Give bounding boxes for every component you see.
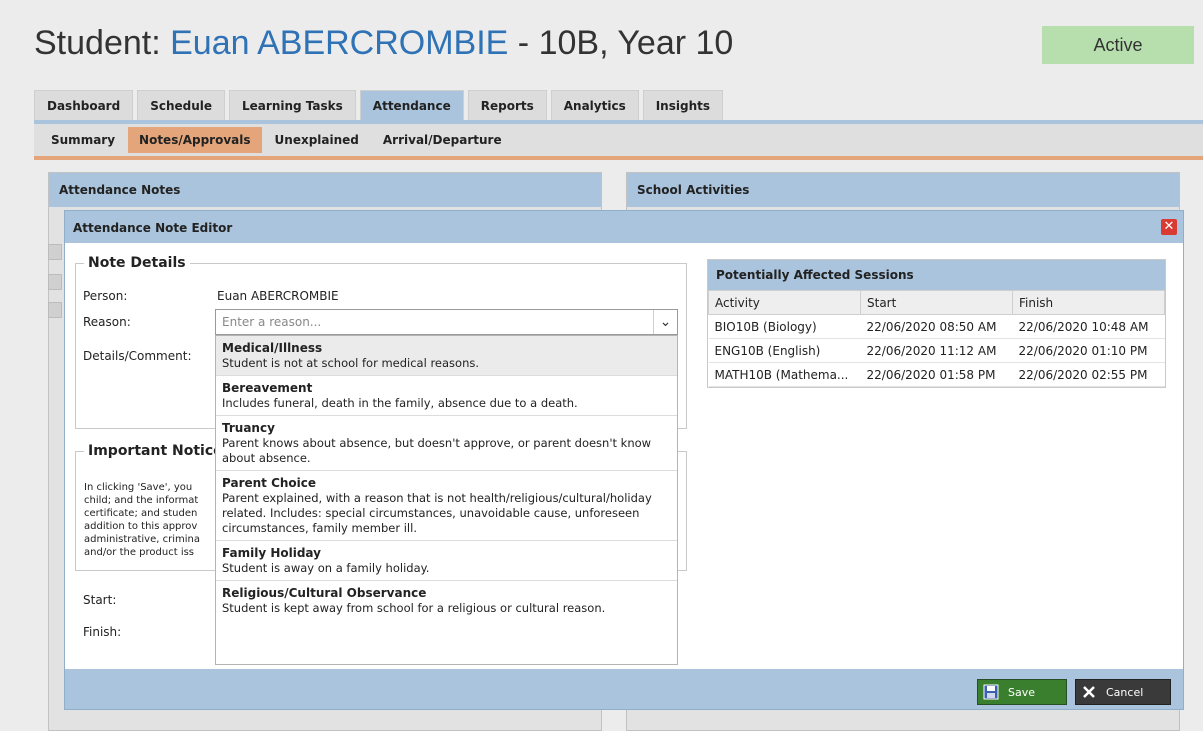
background-row-marker	[48, 244, 62, 260]
option-description: Student is not at school for medical rea…	[222, 356, 480, 370]
reason-option-medical-illness[interactable]: Medical/Illness Student is not at school…	[216, 336, 677, 376]
subtab-notes-approvals[interactable]: Notes/Approvals	[128, 127, 262, 153]
close-icon[interactable]: ✕	[1161, 219, 1177, 235]
page-title: Student: Euan ABERCROMBIE - 10B, Year 10	[34, 24, 733, 63]
cell-activity: ENG10B (English)	[708, 338, 861, 363]
notice-line: and/or the product iss	[84, 547, 195, 558]
column-header-start: Start	[860, 290, 1013, 315]
status-badge: Active	[1042, 26, 1194, 64]
cell-start: 22/06/2020 11:12 AM	[860, 338, 1013, 363]
cell-activity: BIO10B (Biology)	[708, 314, 861, 339]
cancel-icon	[1080, 683, 1098, 701]
reason-option-truancy[interactable]: Truancy Parent knows about absence, but …	[216, 416, 677, 471]
notice-line: certificate; and studen	[84, 508, 198, 519]
affected-sessions-panel: Potentially Affected Sessions Activity S…	[707, 259, 1166, 388]
affected-sessions-table: Activity Start Finish BIO10B (Biology) 2…	[708, 290, 1165, 387]
cell-finish: 22/06/2020 01:10 PM	[1012, 338, 1165, 363]
finish-label: Finish:	[83, 625, 122, 639]
reason-option-religious-cultural[interactable]: Religious/Cultural Observance Student is…	[216, 581, 677, 620]
option-title: Medical/Illness	[222, 341, 323, 355]
tab-analytics[interactable]: Analytics	[550, 90, 639, 120]
option-description: Student is away on a family holiday.	[222, 561, 430, 575]
sub-tabs: Summary Notes/Approvals Unexplained Arri…	[34, 124, 1203, 156]
reason-placeholder: Enter a reason...	[222, 315, 322, 329]
option-description: Student is kept away from school for a r…	[222, 601, 606, 615]
title-suffix: - 10B, Year 10	[508, 24, 734, 62]
option-title: Family Holiday	[222, 546, 321, 560]
option-description: Parent explained, with a reason that is …	[222, 491, 652, 535]
reason-option-family-holiday[interactable]: Family Holiday Student is away on a fami…	[216, 541, 677, 581]
cell-activity: MATH10B (Mathema...	[708, 362, 861, 387]
notice-line: In clicking 'Save', you	[84, 482, 193, 493]
reason-select[interactable]: Enter a reason... ⌄	[215, 309, 678, 335]
subtabs-divider	[34, 156, 1203, 160]
reason-option-parent-choice[interactable]: Parent Choice Parent explained, with a r…	[216, 471, 677, 541]
cell-start: 22/06/2020 01:58 PM	[860, 362, 1013, 387]
subtab-arrival-departure[interactable]: Arrival/Departure	[372, 127, 513, 153]
main-tabs: Dashboard Schedule Learning Tasks Attend…	[34, 90, 723, 120]
school-activities-title: School Activities	[627, 173, 1179, 207]
details-comment-label: Details/Comment:	[83, 349, 192, 363]
table-row: MATH10B (Mathema... 22/06/2020 01:58 PM …	[708, 362, 1165, 387]
option-title: Religious/Cultural Observance	[222, 586, 427, 600]
floppy-disk-icon	[982, 683, 1000, 701]
column-header-finish: Finish	[1012, 290, 1165, 315]
cell-finish: 22/06/2020 10:48 AM	[1012, 314, 1165, 339]
option-description: Parent knows about absence, but doesn't …	[222, 436, 652, 465]
attendance-note-editor-dialog: Attendance Note Editor ✕ Note Details Pe…	[64, 210, 1184, 710]
person-value: Euan ABERCROMBIE	[217, 289, 339, 303]
reason-dropdown: Medical/Illness Student is not at school…	[215, 335, 678, 665]
student-name-link[interactable]: Euan ABERCROMBIE	[170, 24, 508, 62]
tab-dashboard[interactable]: Dashboard	[34, 90, 134, 120]
tab-attendance[interactable]: Attendance	[359, 90, 464, 120]
save-label: Save	[1008, 685, 1036, 699]
notice-line: addition to this approv	[84, 521, 198, 532]
cancel-label: Cancel	[1106, 685, 1144, 699]
tab-reports[interactable]: Reports	[467, 90, 547, 120]
tab-learning-tasks[interactable]: Learning Tasks	[229, 90, 356, 120]
background-row-marker	[48, 302, 62, 318]
table-row: BIO10B (Biology) 22/06/2020 08:50 AM 22/…	[708, 314, 1165, 339]
column-header-activity: Activity	[708, 290, 861, 315]
dialog-title: Attendance Note Editor	[73, 221, 233, 235]
tab-insights[interactable]: Insights	[642, 90, 723, 120]
attendance-notes-title: Attendance Notes	[49, 173, 601, 207]
subtab-unexplained[interactable]: Unexplained	[264, 127, 370, 153]
important-notice-legend: Important Notice	[88, 443, 223, 459]
reason-option-bereavement[interactable]: Bereavement Includes funeral, death in t…	[216, 376, 677, 416]
dialog-body: Note Details Person: Euan ABERCROMBIE Re…	[65, 243, 1183, 669]
notice-line: administrative, crimina	[84, 534, 200, 545]
table-row: ENG10B (English) 22/06/2020 11:12 AM 22/…	[708, 338, 1165, 363]
cell-start: 22/06/2020 08:50 AM	[860, 314, 1013, 339]
reason-label: Reason:	[83, 315, 131, 329]
title-prefix: Student:	[34, 24, 171, 62]
option-title: Bereavement	[222, 381, 313, 395]
background-row-marker	[48, 274, 62, 290]
note-details-legend: Note Details	[88, 255, 186, 271]
start-label: Start:	[83, 593, 117, 607]
option-title: Parent Choice	[222, 476, 317, 490]
person-label: Person:	[83, 289, 128, 303]
table-header-row: Activity Start Finish	[708, 290, 1165, 315]
chevron-down-icon[interactable]: ⌄	[653, 310, 677, 334]
affected-sessions-title: Potentially Affected Sessions	[708, 260, 1165, 290]
option-title: Truancy	[222, 421, 275, 435]
notice-text: In clicking 'Save', you child; and the i…	[84, 481, 224, 559]
tab-schedule[interactable]: Schedule	[137, 90, 226, 120]
subtab-summary[interactable]: Summary	[40, 127, 126, 153]
notice-line: child; and the informat	[84, 495, 199, 506]
cell-finish: 22/06/2020 02:55 PM	[1012, 362, 1165, 387]
cancel-button[interactable]: Cancel	[1075, 679, 1171, 705]
save-button[interactable]: Save	[977, 679, 1067, 705]
option-description: Includes funeral, death in the family, a…	[222, 396, 578, 410]
